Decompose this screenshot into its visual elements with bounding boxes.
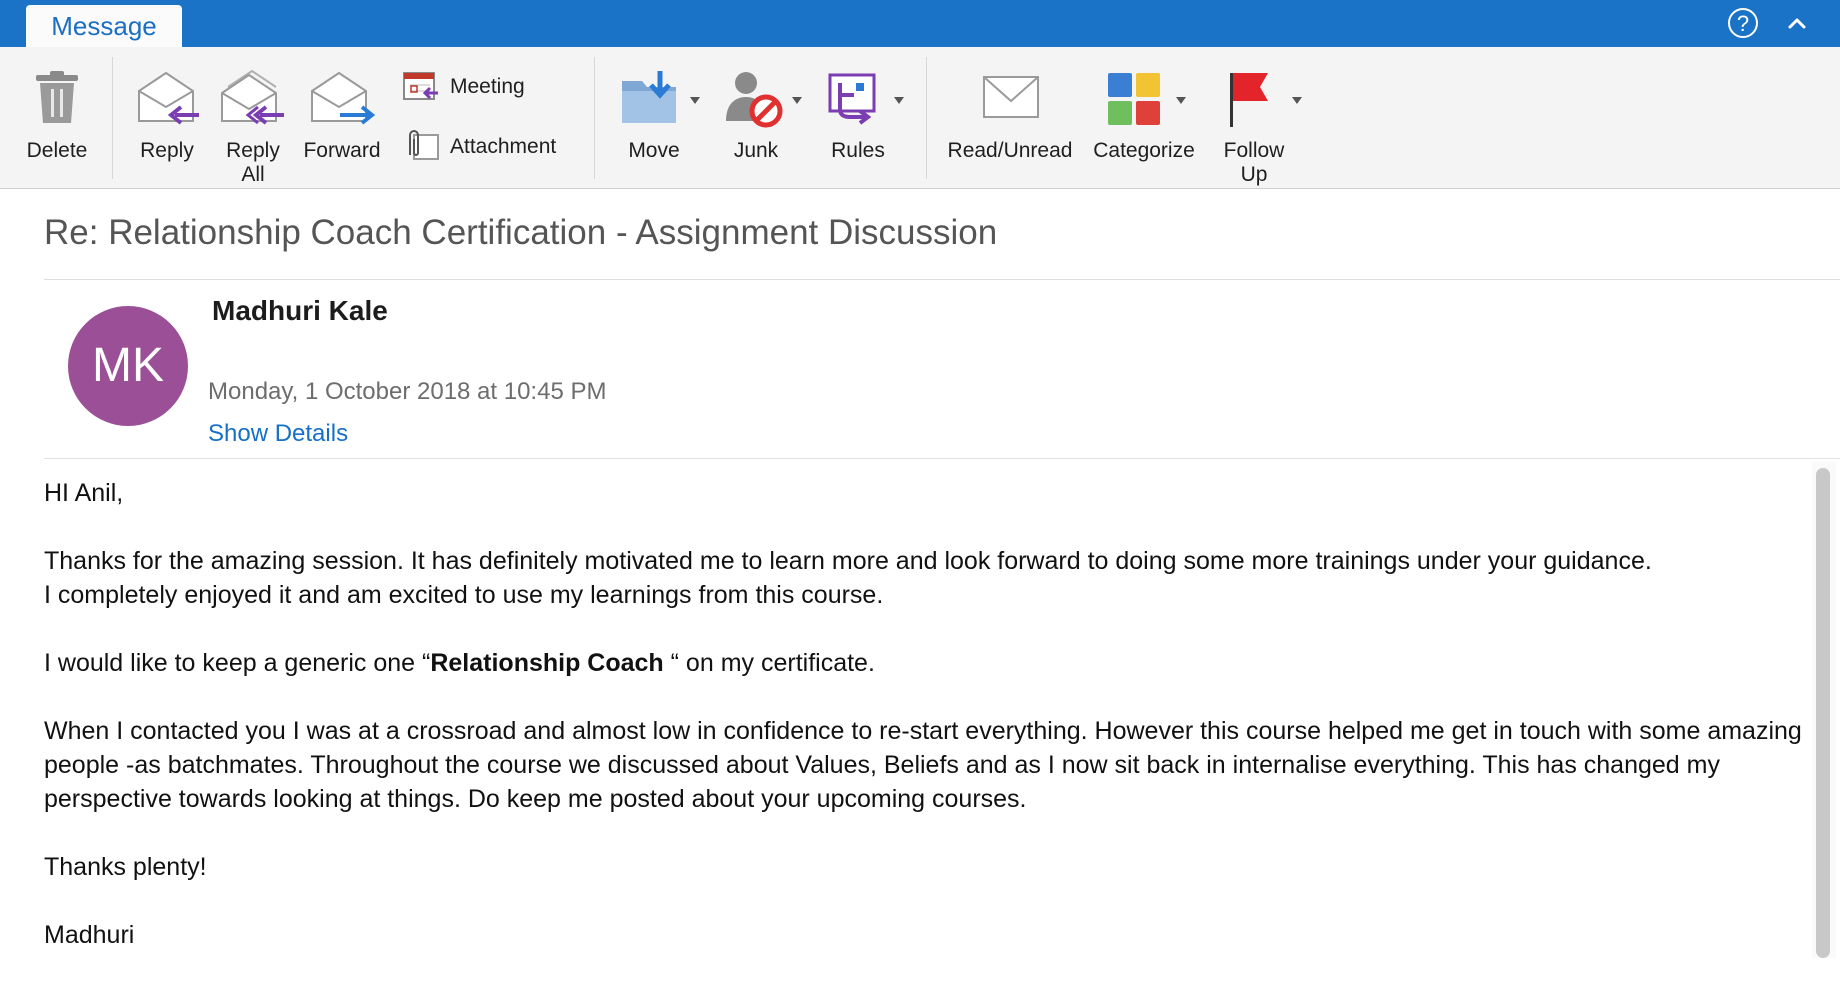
scrollbar-thumb[interactable] xyxy=(1816,468,1830,958)
follow-up-button[interactable]: Follow Up xyxy=(1212,53,1312,186)
read-unread-button[interactable]: Read/Unread xyxy=(944,53,1076,183)
follow-up-label-2: Up xyxy=(1240,163,1268,186)
signature: Madhuri xyxy=(44,921,135,949)
junk-person-block-icon xyxy=(726,72,783,128)
meeting-calendar-icon xyxy=(403,72,438,100)
rules-label: Rules xyxy=(831,139,885,162)
junk-button[interactable]: Junk xyxy=(716,53,808,183)
reply-all-label-1: Reply xyxy=(226,139,280,162)
reply-all-label-2: All xyxy=(241,163,265,186)
delete-label: Delete xyxy=(26,139,88,162)
move-dropdown-arrow-icon[interactable] xyxy=(690,97,700,104)
paragraph: I would like to keep a generic one “Rela… xyxy=(44,646,1804,680)
message-body: HI Anil, Thanks for the amazing session.… xyxy=(44,476,1804,986)
rules-icon xyxy=(828,73,876,125)
reply-label: Reply xyxy=(140,139,194,162)
meeting-label: Meeting xyxy=(450,75,525,98)
move-label: Move xyxy=(628,139,680,162)
body-text: I would like to keep a generic one “ xyxy=(44,649,431,677)
body-bold-text: Relationship Coach xyxy=(430,649,664,677)
message-datetime: Monday, 1 October 2018 at 10:45 PM xyxy=(208,378,607,405)
categorize-grid-icon xyxy=(1108,73,1160,125)
collapse-ribbon-icon[interactable] xyxy=(1786,12,1808,34)
categorize-label: Categorize xyxy=(1093,139,1195,162)
ribbon-toolbar: Delete Reply Reply All Forward Meeting A… xyxy=(0,47,1840,189)
help-icon[interactable]: ? xyxy=(1728,8,1758,38)
closing: Thanks plenty! xyxy=(44,853,207,881)
reply-all-button[interactable]: Reply All xyxy=(214,53,292,186)
body-line: Thanks for the amazing session. It has d… xyxy=(44,547,1652,575)
body-text: “ on my certificate. xyxy=(663,649,875,677)
trash-icon xyxy=(36,71,78,123)
rules-dropdown-arrow-icon[interactable] xyxy=(894,97,904,104)
avatar: MK xyxy=(68,306,188,426)
divider xyxy=(44,458,1840,459)
forward-button[interactable]: Forward xyxy=(298,53,386,183)
follow-up-label-1: Follow xyxy=(1223,139,1285,162)
envelope-icon xyxy=(983,76,1039,118)
forward-label: Forward xyxy=(303,139,381,162)
move-folder-icon xyxy=(622,71,676,123)
message-subject: Re: Relationship Coach Certification - A… xyxy=(44,213,998,252)
junk-dropdown-arrow-icon[interactable] xyxy=(792,97,802,104)
reply-all-envelope-icon xyxy=(221,69,284,125)
follow-up-dropdown-arrow-icon[interactable] xyxy=(1292,97,1302,104)
read-unread-label: Read/Unread xyxy=(947,139,1073,162)
body-line: I completely enjoyed it and am excited t… xyxy=(44,581,884,609)
junk-label: Junk xyxy=(733,139,779,162)
attachment-label: Attachment xyxy=(450,135,557,158)
move-button[interactable]: Move xyxy=(612,53,712,183)
ribbon-separator xyxy=(112,57,113,179)
flag-icon xyxy=(1230,73,1268,127)
ribbon-separator xyxy=(926,57,927,179)
categorize-dropdown-arrow-icon[interactable] xyxy=(1176,97,1186,104)
divider xyxy=(44,279,1840,280)
meeting-button[interactable]: Meeting xyxy=(402,69,572,105)
rules-button[interactable]: Rules xyxy=(818,53,910,183)
show-details-link[interactable]: Show Details xyxy=(208,420,348,448)
reply-envelope-icon xyxy=(138,71,199,125)
paragraph: Thanks for the amazing session. It has d… xyxy=(44,544,1804,612)
greeting: HI Anil, xyxy=(44,479,124,507)
paperclip-icon xyxy=(409,130,439,160)
forward-envelope-icon xyxy=(311,71,376,125)
delete-button[interactable]: Delete xyxy=(14,53,100,183)
ribbon-separator xyxy=(594,57,595,179)
attachment-button[interactable]: Attachment xyxy=(402,127,582,165)
top-tab-bar: Message ? xyxy=(0,0,1840,48)
tab-message[interactable]: Message xyxy=(26,5,182,48)
sender-name[interactable]: Madhuri Kale xyxy=(212,295,388,327)
paragraph: When I contacted you I was at a crossroa… xyxy=(44,717,1802,813)
reply-button[interactable]: Reply xyxy=(128,53,206,183)
categorize-button[interactable]: Categorize xyxy=(1086,53,1206,183)
